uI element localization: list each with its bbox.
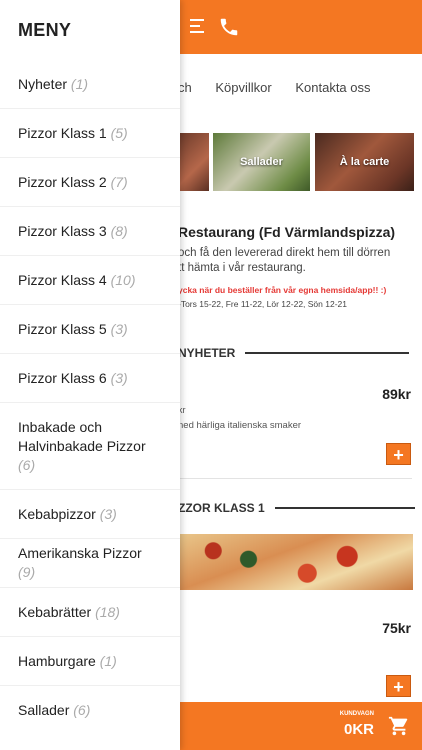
menu-item-amerikanska-pizzor[interactable]: Amerikanska Pizzor (9) xyxy=(0,539,180,588)
menu-item-kebabpizzor[interactable]: Kebabpizzor (3) xyxy=(0,490,180,539)
tile-label: À la carte xyxy=(339,156,390,168)
item-price: 89kr xyxy=(382,386,411,402)
drawer-title: MENY xyxy=(18,20,72,40)
side-menu-drawer: MENY Nyheter (1) Pizzor Klass 1 (5) Pizz… xyxy=(0,0,180,750)
cart-label: KUNDVAGN xyxy=(339,711,374,717)
opening-hours: -Tors 15-22, Fre 11-22, Lör 12-22, Sön 1… xyxy=(178,299,347,309)
category-tile-alacarte[interactable]: À la carte xyxy=(315,133,414,191)
item-price: 75kr xyxy=(382,620,411,636)
menu-item-pizzor-klass-2[interactable]: Pizzor Klass 2 (7) xyxy=(0,158,180,207)
cart-total: 0KR xyxy=(343,721,374,738)
phone-icon[interactable] xyxy=(218,16,240,38)
item-description: ned härliga italienska smaker xyxy=(178,420,302,431)
nav-link-ch[interactable]: ch xyxy=(178,80,192,95)
menu-item-pizzor-klass-5[interactable]: Pizzor Klass 5 (3) xyxy=(0,305,180,354)
menu-item-hamburgare[interactable]: Hamburgare (1) xyxy=(0,637,180,686)
nav-link-kontakta[interactable]: Kontakta oss xyxy=(295,80,370,95)
menu-item-pizzor-klass-1[interactable]: Pizzor Klass 1 (5) xyxy=(0,109,180,158)
category-tile-sallader[interactable]: Sallader xyxy=(213,133,310,191)
menu-item-nyheter[interactable]: Nyheter (1) xyxy=(0,60,180,109)
section-heading-nyheter: NYHETER xyxy=(178,346,410,360)
menu-item-pizzor-klass-4[interactable]: Pizzor Klass 4 (10) xyxy=(0,256,180,305)
menu-item-kebabratter[interactable]: Kebabrätter (18) xyxy=(0,588,180,637)
cart-icon[interactable] xyxy=(388,715,410,737)
restaurant-description: och få den levererad direkt hem till dör… xyxy=(178,247,391,274)
pizza-image xyxy=(178,534,413,590)
divider xyxy=(178,478,412,479)
add-to-cart-button[interactable]: + xyxy=(386,675,411,697)
section-heading-pizzor-klass-1: ZZOR KLASS 1 xyxy=(178,501,415,515)
restaurant-title: Restaurang (Fd Värmlandspizza) xyxy=(178,224,396,240)
nav-link-kopvillkor[interactable]: Köpvillkor xyxy=(215,80,271,95)
add-to-cart-button[interactable]: + xyxy=(386,443,411,465)
menu-item-pizzor-klass-6[interactable]: Pizzor Klass 6 (3) xyxy=(0,354,180,403)
menu-item-sallader[interactable]: Sallader (6) xyxy=(0,686,180,735)
menu-item-inbakade[interactable]: Inbakade och Halvinbakade Pizzor (6) xyxy=(0,403,180,490)
promo-text: ycka när du beställer från vår egna hems… xyxy=(178,285,387,295)
top-nav: ch Köpvillkor Kontakta oss xyxy=(178,80,391,95)
menu-item-pizzor-klass-3[interactable]: Pizzor Klass 3 (8) xyxy=(0,207,180,256)
category-tiles: Sallader À la carte xyxy=(178,133,422,191)
tile-label: Sallader xyxy=(240,156,283,168)
menu-list: Nyheter (1) Pizzor Klass 1 (5) Pizzor Kl… xyxy=(0,60,180,735)
category-tile-image[interactable] xyxy=(178,133,209,191)
hamburger-icon[interactable] xyxy=(190,19,208,35)
